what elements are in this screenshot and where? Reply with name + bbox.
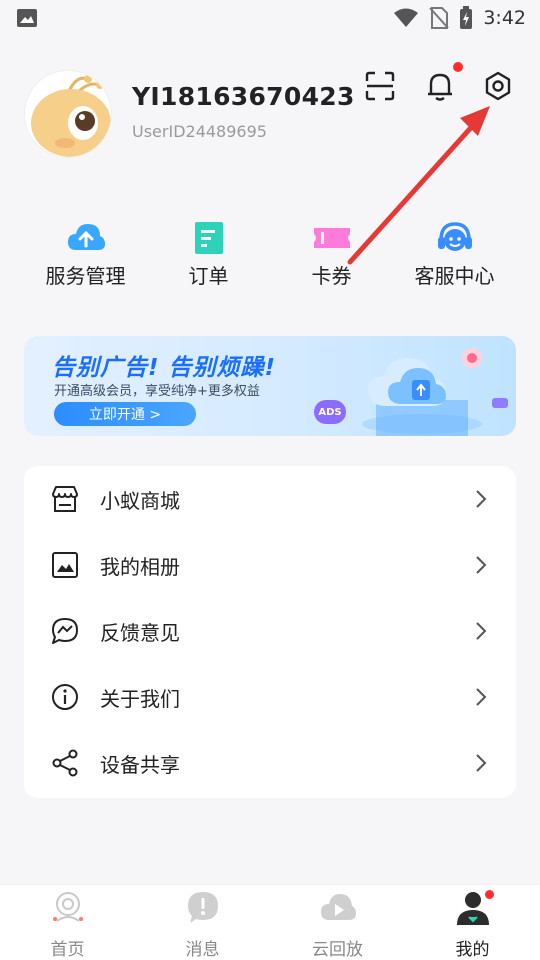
nav-me-badge <box>485 890 494 899</box>
status-icons: 3:42 <box>393 6 526 30</box>
username: YI18163670423 <box>132 82 355 111</box>
battery-charging-icon <box>460 6 473 29</box>
user-id: UserID24489695 <box>132 122 267 141</box>
quick-customer-service[interactable]: 客服中心 <box>393 220 516 290</box>
order-doc-icon <box>194 222 223 254</box>
nav-label: 我的 <box>455 940 490 960</box>
vip-promo-banner[interactable]: 告别广告! 告别烦躁! 开通高级会员，享受纯净+更多权益 立即开通 > ADS <box>24 336 516 436</box>
nav-label: 云回放 <box>312 940 363 960</box>
status-bar: 3:42 <box>0 0 540 36</box>
share-icon <box>52 749 78 777</box>
quick-coupons[interactable]: 卡券 <box>270 220 393 290</box>
banner-subtitle: 开通高级会员，享受纯净+更多权益 <box>54 384 260 399</box>
nav-label: 首页 <box>50 940 85 960</box>
nav-cloud-playback[interactable]: 云回放 <box>270 885 405 960</box>
quick-label: 客服中心 <box>414 264 495 288</box>
quick-label: 服务管理 <box>45 264 126 288</box>
nav-label: 消息 <box>185 940 220 960</box>
store-icon <box>52 486 78 512</box>
settings-icon[interactable] <box>482 70 514 102</box>
ads-badge: ADS <box>314 400 346 424</box>
bottom-navigation: 首页 消息 云回放 我的 <box>0 884 540 960</box>
menu-item-feedback[interactable]: 反馈意见 <box>24 598 516 664</box>
quick-orders[interactable]: 订单 <box>147 220 270 290</box>
chevron-right-icon <box>476 490 487 508</box>
chevron-right-icon <box>476 754 487 772</box>
banner-title: 告别广告! 告别烦躁! <box>52 355 276 381</box>
menu-item-album[interactable]: 我的相册 <box>24 532 516 598</box>
status-time: 3:42 <box>483 7 526 29</box>
menu-item-about[interactable]: 关于我们 <box>24 664 516 730</box>
ant-mascot-icon <box>25 71 111 157</box>
chevron-right-icon <box>476 622 487 640</box>
message-icon <box>187 892 218 923</box>
cloud-playback-icon <box>320 894 356 920</box>
customer-service-icon <box>437 222 472 251</box>
scan-icon[interactable] <box>364 70 396 102</box>
cloud-upload-icon <box>67 224 105 250</box>
menu-item-device-share[interactable]: 设备共享 <box>24 730 516 796</box>
banner-open-button[interactable]: 立即开通 > <box>54 402 196 426</box>
menu-label: 设备共享 <box>100 752 180 777</box>
menu-label: 关于我们 <box>100 686 180 711</box>
info-icon <box>52 684 78 710</box>
feedback-icon <box>52 618 78 644</box>
nav-messages[interactable]: 消息 <box>135 885 270 960</box>
coupon-icon <box>313 228 350 248</box>
chevron-right-icon <box>476 688 487 706</box>
nav-me[interactable]: 我的 <box>405 885 540 960</box>
quick-label: 订单 <box>188 264 229 288</box>
image-icon <box>17 9 37 27</box>
quick-actions: 服务管理 订单 卡券 客服中心 <box>24 220 516 290</box>
menu-label: 小蚁商城 <box>100 488 180 513</box>
album-icon <box>52 552 78 578</box>
menu-item-store[interactable]: 小蚁商城 <box>24 466 516 532</box>
notification-badge <box>453 62 463 72</box>
wifi-icon <box>394 8 419 27</box>
bell-icon[interactable] <box>424 70 456 102</box>
nav-home[interactable]: 首页 <box>0 885 135 960</box>
no-sim-icon <box>429 7 450 29</box>
menu-label: 反馈意见 <box>100 620 180 645</box>
home-camera-icon <box>52 892 83 922</box>
avatar[interactable] <box>24 70 112 158</box>
cloud-illustration-icon <box>362 348 508 436</box>
quick-service-management[interactable]: 服务管理 <box>24 220 147 290</box>
menu-label: 我的相册 <box>100 554 180 579</box>
settings-menu: 小蚁商城 我的相册 反馈意见 关于我们 设备共享 <box>24 466 516 798</box>
quick-label: 卡券 <box>311 264 352 288</box>
chevron-right-icon <box>476 556 487 574</box>
